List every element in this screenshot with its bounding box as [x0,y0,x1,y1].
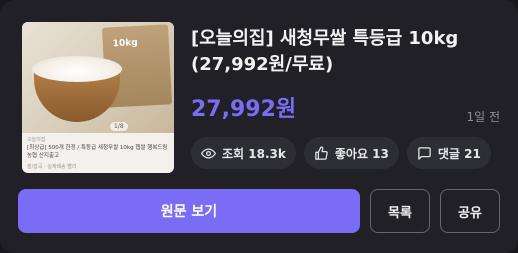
share-button[interactable]: 공유 [440,189,500,233]
product-thumbnail[interactable]: 10kg 1/8 오늘의집 [최상급] 500개 한정 / 특등급 새청무쌀 1… [22,22,174,173]
product-price: 27,992원 [191,97,297,122]
image-page-indicator: 1/8 [110,122,128,131]
thumbnail-seller: 오늘의집 [27,137,46,143]
rice-image [32,56,122,82]
views-chip: 조회 18.3k [191,137,296,169]
likes-count: 좋아요 13 [334,146,389,161]
product-photo: 10kg 1/8 [22,22,174,133]
deal-card: 10kg 1/8 오늘의집 [최상급] 500개 한정 / 특등급 새청무쌀 1… [0,0,518,253]
posted-time: 1일 전 [466,110,500,124]
view-original-button[interactable]: 원문 보기 [18,189,360,233]
list-button[interactable]: 목록 [370,189,430,233]
product-title[interactable]: [오늘의집] 새청무쌀 특등급 10kg (27,992원/무료) [191,26,501,78]
likes-chip[interactable]: 좋아요 13 [303,137,399,169]
rice-bag-label: 10kg [112,37,139,50]
thumbnail-description: [최상급] 500개 한정 / 특등급 새청무쌀 10kg 햅쌀 행복드림 농협… [27,145,168,159]
comment-icon [418,146,431,160]
thumbs-up-icon [315,145,328,160]
thumbnail-text: 오늘의집 [최상급] 500개 한정 / 특등급 새청무쌀 10kg 햅쌀 행복… [27,136,171,170]
stats-row: 조회 18.3k 좋아요 13 댓글 21 [191,137,491,169]
comments-count: 댓글 21 [437,146,481,161]
comments-chip[interactable]: 댓글 21 [406,137,491,169]
views-count: 조회 18.3k [222,146,286,161]
eye-icon [201,148,216,158]
thumbnail-subtext: 쌀/잡곡 · 실제배송 빨리 [27,163,77,170]
